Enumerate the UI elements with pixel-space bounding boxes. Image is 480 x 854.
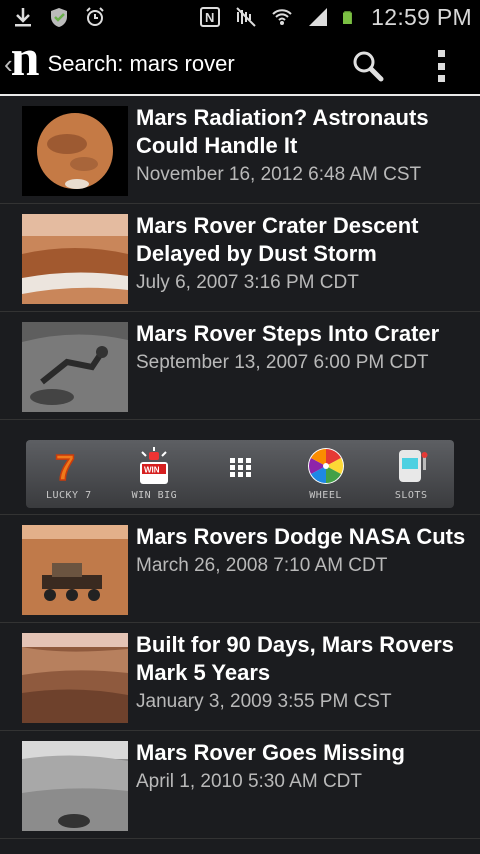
list-item[interactable]: Built for 90 Days, Mars Rovers Mark 5 Ye…: [0, 623, 480, 731]
article-headline: Mars Rover Crater Descent Delayed by Dus…: [136, 213, 419, 266]
lucky-seven-icon: 7: [54, 446, 76, 486]
ad-label: WIN BIG: [131, 490, 178, 501]
alarm-icon: [86, 7, 104, 26]
list-item[interactable]: Mars Rover Steps Into Crater September 1…: [0, 312, 480, 420]
rover-arm-thumbnail: [22, 322, 128, 412]
mute-icon: [236, 7, 256, 27]
article-date: January 3, 2009 3:55 PM CST: [136, 691, 392, 712]
article-date: March 26, 2008 7:10 AM CDT: [136, 555, 388, 576]
wheel-icon: [307, 448, 344, 484]
action-bar: ‹ n Search: mars rover: [0, 33, 480, 96]
search-title[interactable]: Search: mars rover: [48, 51, 235, 77]
status-bar: N 12:59 PM: [0, 0, 480, 34]
grid-icon: [229, 458, 251, 477]
crater-rim-thumbnail: [22, 214, 128, 304]
overflow-menu-icon[interactable]: [432, 50, 450, 82]
wifi-icon: [272, 9, 292, 25]
ad-banner-row: 7 LUCKY 7 WIN WIN BIG WHEEL SLOTS: [0, 420, 480, 515]
ad-label: LUCKY 7: [45, 490, 92, 501]
article-headline: Mars Radiation? Astronauts Could Handle …: [136, 105, 429, 158]
ad-item-slots[interactable]: SLOTS: [375, 446, 447, 501]
search-icon[interactable]: [350, 48, 386, 84]
list-item[interactable]: Mars Radiation? Astronauts Could Handle …: [0, 96, 480, 204]
article-headline: Mars Rover Goes Missing: [136, 740, 405, 765]
shield-icon: [51, 8, 67, 27]
article-date: November 16, 2012 6:48 AM CST: [136, 164, 422, 185]
rover-desert-thumbnail: [22, 525, 128, 615]
ad-banner[interactable]: 7 LUCKY 7 WIN WIN BIG WHEEL SLOTS: [26, 440, 454, 508]
mars-planet-thumbnail: [22, 106, 128, 196]
ad-item-grid[interactable]: [204, 446, 276, 490]
app-logo[interactable]: n: [11, 33, 40, 85]
status-time: 12:59 PM: [371, 3, 472, 30]
mars-landscape-thumbnail: [22, 633, 128, 723]
list-item[interactable]: Mars Rovers Dodge NASA Cuts March 26, 20…: [0, 515, 480, 623]
win-badge-text: WIN: [144, 466, 160, 475]
signal-icon: [309, 8, 328, 26]
ad-label: SLOTS: [394, 490, 428, 501]
nfc-icon: N: [200, 7, 221, 27]
svg-text:7: 7: [55, 447, 75, 486]
ad-item-lucky-7[interactable]: 7 LUCKY 7: [33, 446, 105, 501]
article-headline: Mars Rover Steps Into Crater: [136, 321, 440, 346]
svg-text:N: N: [205, 10, 214, 25]
battery-icon: [343, 11, 353, 24]
ad-label: WHEEL: [309, 490, 342, 501]
article-date: April 1, 2010 5:30 AM CDT: [136, 771, 362, 792]
list-item[interactable]: Mars Rover Goes Missing April 1, 2010 5:…: [0, 731, 480, 839]
article-list: Mars Radiation? Astronauts Could Handle …: [0, 96, 480, 839]
article-date: September 13, 2007 6:00 PM CDT: [136, 352, 429, 373]
win-big-icon: WIN: [140, 447, 169, 484]
slots-icon: [399, 450, 428, 482]
article-headline: Mars Rovers Dodge NASA Cuts: [136, 524, 466, 549]
ad-item-win-big[interactable]: WIN WIN BIG: [118, 446, 190, 501]
article-date: July 6, 2007 3:16 PM CDT: [136, 272, 359, 293]
ad-item-wheel[interactable]: WHEEL: [290, 446, 362, 501]
article-headline: Built for 90 Days, Mars Rovers Mark 5 Ye…: [136, 632, 454, 685]
download-icon: [15, 8, 31, 27]
list-item[interactable]: Mars Rover Crater Descent Delayed by Dus…: [0, 204, 480, 312]
grey-terrain-thumbnail: [22, 741, 128, 831]
